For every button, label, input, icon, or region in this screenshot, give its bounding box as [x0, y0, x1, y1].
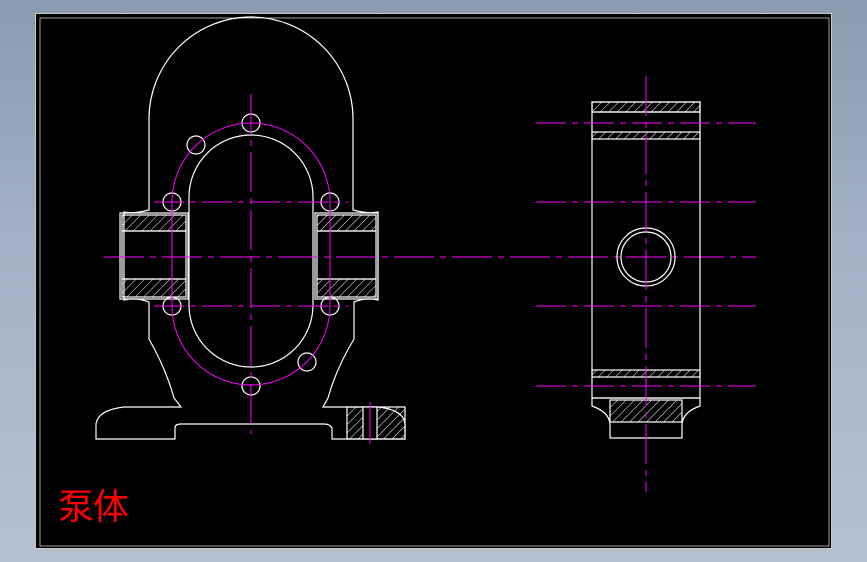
left-port-hatch-bottom [121, 278, 187, 298]
left-port-bore [121, 230, 187, 280]
right-port-bore [316, 230, 377, 280]
front-center-lines [104, 94, 756, 444]
right-port-hatch-bottom [316, 278, 377, 298]
drawing-title: 泵体 [58, 487, 129, 528]
side-center-lines [536, 76, 756, 492]
left-port-hatch-top [121, 214, 187, 232]
cad-viewport[interactable]: 泵体 [35, 13, 832, 549]
pump-body-drawing [39, 16, 830, 547]
right-port-hatch-top [316, 214, 377, 232]
